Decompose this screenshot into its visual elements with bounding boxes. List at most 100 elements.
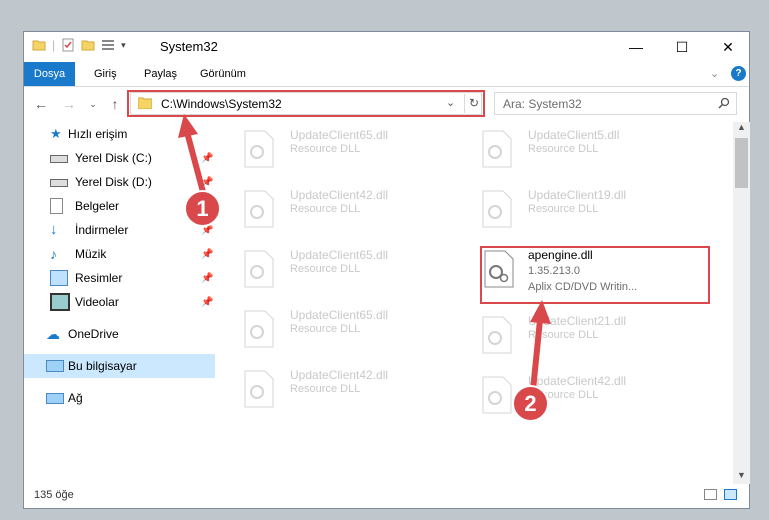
step-badge-2: 2: [512, 385, 549, 422]
maximize-button[interactable]: ☐: [659, 32, 705, 62]
dll-file-icon: [482, 316, 512, 354]
new-folder-icon[interactable]: [81, 38, 95, 52]
file-item[interactable]: UpdateClient19.dll Resource DLL: [462, 182, 692, 232]
file-name: UpdateClient65.dll: [290, 248, 389, 262]
sidebar-item-this-pc[interactable]: Bu bilgisayar: [24, 354, 215, 378]
pin-icon: 📌: [201, 152, 214, 164]
tab-file[interactable]: Dosya: [24, 62, 75, 86]
file-description: Resource DLL: [290, 263, 361, 275]
back-button[interactable]: ←: [32, 95, 50, 113]
explorer-window: | ▾ System32 — ☐ ✕ Dosya Giriş Paylaş Gö…: [23, 31, 750, 509]
tab-share[interactable]: Paylaş: [132, 62, 189, 86]
sidebar-item-label: Hızlı erişim: [68, 127, 128, 141]
navigation-pane: ★ Hızlı erişim Yerel Disk (C:) 📌 Yerel D…: [24, 122, 215, 484]
file-description: Resource DLL: [528, 203, 599, 215]
dll-file-icon: [482, 376, 512, 414]
dll-file-icon: [244, 370, 274, 408]
sidebar-item-label: Müzik: [75, 247, 107, 261]
file-list: UpdateClient65.dll Resource DLL UpdateCl…: [224, 122, 734, 484]
step-badge-1: 1: [184, 190, 221, 227]
dll-file-icon: [482, 130, 512, 168]
pin-icon: 📌: [201, 176, 214, 188]
window-title: System32: [160, 39, 218, 54]
dll-file-icon: [244, 190, 274, 228]
sidebar-item-label: Resimler: [75, 271, 123, 285]
minimize-button[interactable]: —: [613, 32, 659, 62]
details-view-icon[interactable]: [704, 489, 717, 500]
status-bar: 135 öğe: [24, 484, 749, 508]
sidebar-item-videos[interactable]: Videolar 📌: [24, 290, 215, 314]
file-description: Resource DLL: [290, 383, 361, 395]
tab-view[interactable]: Görünüm: [188, 62, 258, 86]
file-description: Resource DLL: [290, 203, 361, 215]
sidebar-item-quick-access[interactable]: ★ Hızlı erişim: [24, 122, 215, 146]
scroll-thumb[interactable]: [735, 138, 748, 188]
file-name: UpdateClient42.dll: [290, 188, 389, 202]
file-item[interactable]: UpdateClient42.dll Resource DLL: [224, 362, 454, 412]
file-name: UpdateClient21.dll: [528, 314, 627, 328]
pin-icon: 📌: [201, 248, 214, 260]
customize-toolbar-icon[interactable]: ▾: [121, 40, 126, 51]
help-icon[interactable]: ?: [731, 66, 746, 81]
recent-locations-button[interactable]: ⌄: [84, 95, 102, 113]
sidebar-item-label: Ağ: [68, 391, 83, 405]
search-box[interactable]: Ara: System32: [494, 92, 737, 115]
sidebar-item-label: Bu bilgisayar: [68, 359, 137, 373]
vertical-scrollbar[interactable]: ▲ ▼: [733, 122, 750, 484]
drive-icon: [50, 179, 68, 187]
file-item[interactable]: UpdateClient21.dll Resource DLL: [462, 308, 692, 358]
item-count: 135 öğe: [34, 489, 74, 501]
ribbon-tabs: Dosya Giriş Paylaş Görünüm ⌄ ?: [24, 62, 749, 87]
sidebar-item-label: OneDrive: [68, 327, 119, 341]
network-icon: [46, 392, 64, 404]
star-icon: ★: [50, 126, 62, 141]
file-item[interactable]: UpdateClient5.dll Resource DLL: [462, 122, 692, 172]
sidebar-item-label: İndirmeler: [75, 223, 129, 237]
forward-button[interactable]: →: [60, 95, 78, 113]
search-icon[interactable]: [718, 97, 730, 109]
dll-file-icon: [244, 310, 274, 348]
download-icon: ↓: [50, 221, 58, 238]
large-icons-view-icon[interactable]: [724, 489, 737, 500]
dll-file-icon: [244, 250, 274, 288]
sidebar-item-label: Belgeler: [75, 199, 120, 213]
pin-icon: 📌: [201, 272, 214, 284]
file-description: Resource DLL: [290, 323, 361, 335]
tab-home[interactable]: Giriş: [82, 62, 129, 86]
file-item[interactable]: UpdateClient42.dll Resource DLL: [462, 368, 692, 418]
sidebar-item-label: Yerel Disk (C:): [75, 151, 152, 165]
video-icon: [50, 293, 70, 311]
dll-file-icon: [244, 130, 274, 168]
sidebar-item-music[interactable]: ♪ Müzik 📌: [24, 242, 215, 266]
title-bar: | ▾ System32 — ☐ ✕: [24, 32, 749, 62]
computer-icon: [46, 360, 64, 372]
file-description: Resource DLL: [528, 143, 599, 155]
sidebar-item-local-disk-c[interactable]: Yerel Disk (C:) 📌: [24, 146, 215, 170]
expand-ribbon-icon[interactable]: ⌄: [710, 67, 719, 80]
file-name: UpdateClient19.dll: [528, 188, 627, 202]
pin-icon: 📌: [201, 296, 214, 308]
file-item[interactable]: UpdateClient65.dll Resource DLL: [224, 302, 454, 352]
up-button[interactable]: ↑: [106, 95, 124, 113]
view-options-icon[interactable]: [101, 38, 115, 52]
properties-icon[interactable]: [61, 38, 75, 52]
scroll-down-icon[interactable]: ▼: [737, 470, 746, 480]
close-button[interactable]: ✕: [705, 32, 751, 62]
dll-file-icon: [482, 190, 512, 228]
file-name: UpdateClient5.dll: [528, 128, 620, 142]
sidebar-item-pictures[interactable]: Resimler 📌: [24, 266, 215, 290]
folder-icon[interactable]: [32, 38, 46, 52]
file-name: UpdateClient42.dll: [528, 374, 627, 388]
sidebar-item-onedrive[interactable]: ☁ OneDrive: [24, 322, 215, 346]
sidebar-item-label: Yerel Disk (D:): [75, 175, 152, 189]
sidebar-item-downloads[interactable]: ↓ İndirmeler 📌: [24, 218, 215, 242]
file-item[interactable]: UpdateClient65.dll Resource DLL: [224, 242, 454, 292]
cloud-icon: ☁: [46, 326, 60, 342]
quick-access-toolbar: | ▾: [32, 38, 126, 52]
file-highlight: [480, 246, 710, 304]
file-item[interactable]: UpdateClient42.dll Resource DLL: [224, 182, 454, 232]
scroll-up-icon[interactable]: ▲: [737, 122, 746, 132]
sidebar-item-local-disk-d[interactable]: Yerel Disk (D:) 📌: [24, 170, 215, 194]
file-item[interactable]: UpdateClient65.dll Resource DLL: [224, 122, 454, 172]
sidebar-item-network[interactable]: Ağ: [24, 386, 215, 410]
